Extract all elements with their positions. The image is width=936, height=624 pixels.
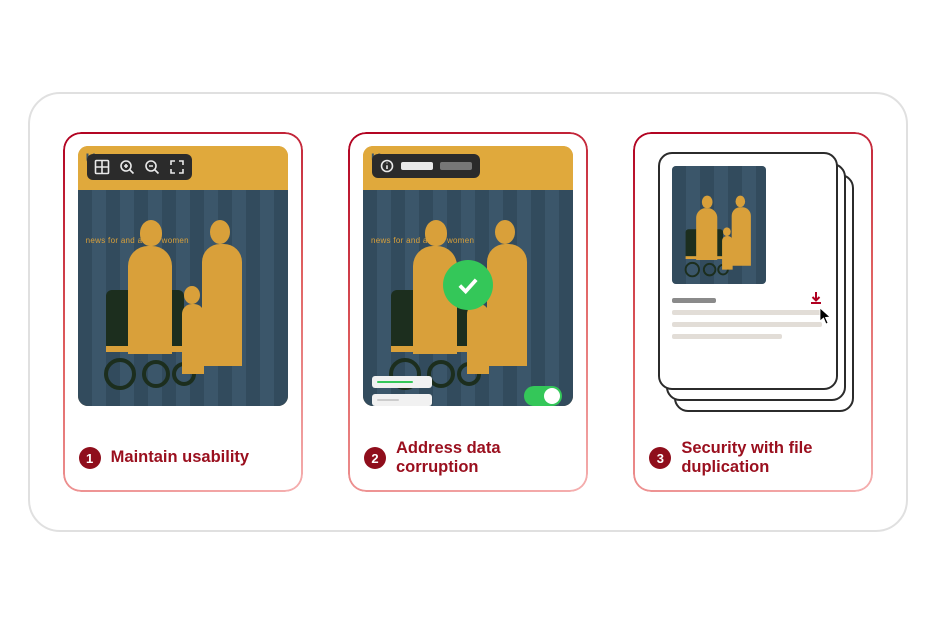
status-chips — [372, 376, 432, 406]
status-chip — [372, 376, 432, 388]
metadata-line — [672, 310, 822, 315]
zoom-in-icon[interactable] — [119, 159, 135, 175]
info-bar — [372, 154, 480, 178]
card-label-row: 3 Security with file duplication — [647, 428, 859, 482]
metadata-line — [672, 298, 716, 303]
card-label: Address data corruption — [396, 439, 572, 478]
metadata-lines — [672, 298, 824, 339]
step-number-badge: 3 — [649, 447, 671, 469]
status-chip — [372, 394, 432, 406]
card-security-file-duplication: Up — [633, 132, 873, 492]
fullscreen-icon[interactable] — [169, 159, 185, 175]
check-icon — [454, 271, 482, 299]
cover-image: Up news for and about women — [78, 146, 288, 406]
step-number-badge: 1 — [79, 447, 101, 469]
file-stack: Up — [658, 152, 848, 412]
check-badge — [443, 260, 493, 310]
card-maintain-usability: Up news for and about women — [63, 132, 303, 492]
card-label: Maintain usability — [111, 448, 249, 467]
zoom-out-icon[interactable] — [144, 159, 160, 175]
download-icon[interactable] — [808, 290, 824, 306]
toggle-switch[interactable] — [524, 386, 562, 406]
info-bar-segment — [440, 162, 472, 170]
card-label-row: 1 Maintain usability — [77, 428, 289, 482]
card-label-row: 2 Address data corruption — [362, 428, 574, 482]
metadata-line — [672, 322, 822, 327]
cover-thumbnail: Up — [672, 166, 766, 284]
diagram-frame: Up news for and about women — [28, 92, 908, 532]
metadata-line — [672, 334, 782, 339]
info-icon[interactable] — [380, 159, 394, 173]
grid-icon[interactable] — [94, 159, 110, 175]
stack-sheet-front: Up — [658, 152, 838, 390]
info-bar-segment — [401, 162, 433, 170]
card-label: Security with file duplication — [681, 439, 857, 478]
step-number-badge: 2 — [364, 447, 386, 469]
viewer-toolbar — [87, 154, 192, 180]
cursor-icon — [818, 306, 834, 326]
card-address-data-corruption: Up news for and about women — [348, 132, 588, 492]
